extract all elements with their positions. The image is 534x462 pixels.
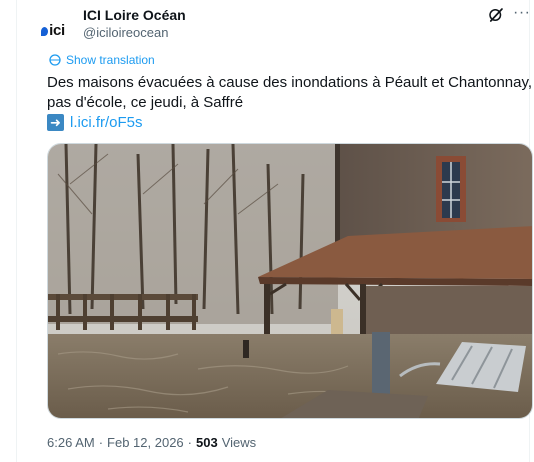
tweet-meta: 6:26 AM · Feb 12, 2026 · 503 Views [47, 435, 256, 450]
tweet-card: ici ICI Loire Océan @iciloireocean ··· S… [16, 0, 533, 462]
right-arrow-icon: ➜ [47, 114, 64, 131]
globe-icon [49, 54, 61, 66]
more-options-icon[interactable]: ··· [513, 5, 533, 22]
tweet-time[interactable]: 6:26 AM [47, 435, 95, 450]
tweet-link[interactable]: l.ici.fr/oF5s [70, 114, 143, 131]
tweet-photo[interactable] [47, 143, 533, 419]
meta-separator: · [187, 435, 193, 450]
tweet-text: Des maisons évacuées à cause des inondat… [47, 74, 533, 111]
tweet-link-line: ➜ l.ici.fr/oF5s [47, 114, 143, 131]
avatar[interactable]: ici [33, 10, 73, 50]
ici-logo-icon: ici [41, 22, 65, 39]
views-label: Views [221, 435, 257, 450]
show-translation-label: Show translation [66, 53, 155, 67]
tweet-date[interactable]: Feb 12, 2026 [107, 435, 184, 450]
grok-icon[interactable] [487, 6, 505, 24]
meta-separator: · [98, 435, 104, 450]
flood-photo-illustration [48, 144, 532, 418]
account-handle[interactable]: @iciloireocean [83, 25, 168, 40]
show-translation-link[interactable]: Show translation [49, 53, 155, 67]
account-name[interactable]: ICI Loire Océan [83, 7, 186, 23]
views-count: 503 [196, 435, 218, 450]
